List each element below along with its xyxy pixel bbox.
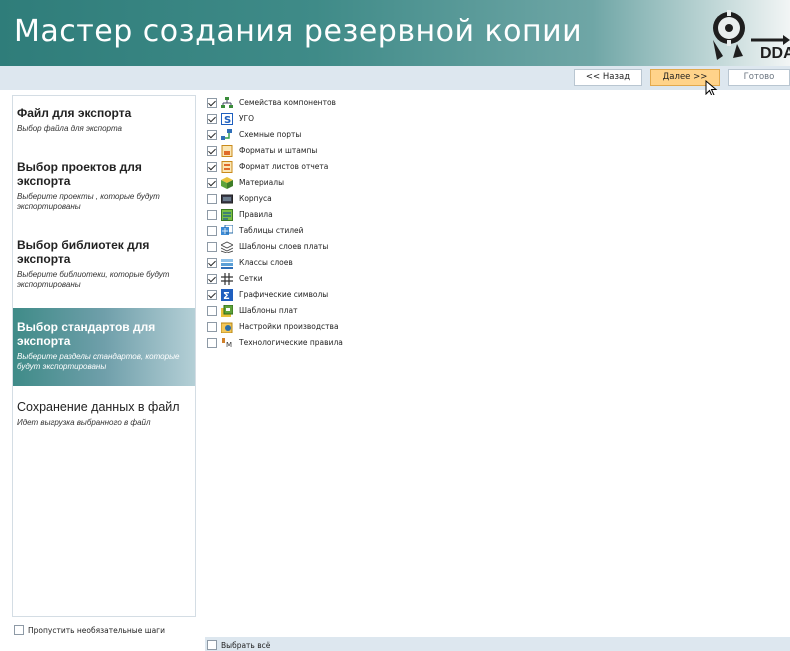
item-label: Настройки производства [239,322,339,331]
skip-optional-checkbox[interactable] [14,625,24,635]
wizard-banner: Мастер создания резервной копии DDA [0,0,790,66]
materials-icon [221,177,233,189]
list-item: Сетки [205,271,505,287]
tech-rules-icon: M [222,338,232,349]
layer-class-icon [221,259,233,269]
svg-text:S: S [224,115,231,125]
standards-list: Семейства компонентов S УГО Схемные порт… [205,95,790,637]
dda-logo-icon: DDA [713,10,790,62]
step-description: Выбор файла для экспорта [17,124,122,133]
step-description: Выберите разделы стандартов, которые буд… [17,352,180,371]
list-item: Схемные порты [205,127,505,143]
finish-button[interactable]: Готово [728,69,790,86]
step-title: Выбор проектов для экспорта [17,160,142,188]
list-item: Форматы и штампы [205,143,505,159]
rules-icon [221,209,233,221]
list-footer: Выбрать всё [205,637,790,651]
item-label: Схемные порты [239,130,302,139]
wizard-toolbar: << Назад Далее >> Готово [0,66,790,90]
list-item: Σ Графические символы [205,287,505,303]
list-item: Шаблоны слоев платы [205,239,505,255]
item-checkbox[interactable] [207,322,217,332]
item-checkbox[interactable] [207,290,217,300]
select-all-checkbox[interactable] [207,640,217,650]
item-checkbox[interactable] [207,306,217,316]
item-checkbox[interactable] [207,146,217,156]
wizard-title: Мастер создания резервной копии [14,14,583,49]
back-button[interactable]: << Назад [574,69,642,86]
list-item: Формат листов отчета [205,159,505,175]
list-item: Классы слоев [205,255,505,271]
step-select-projects: Выбор проектов для экспорта Выберите про… [13,158,195,218]
step-select-libraries: Выбор библиотек для экспорта Выберите би… [13,236,195,296]
item-label: Графические символы [239,290,329,299]
graphic-symbol-icon: Σ [221,289,233,301]
board-template-icon [221,305,233,317]
list-item: Шаблоны плат [205,303,505,319]
item-checkbox[interactable] [207,114,217,124]
item-checkbox[interactable] [207,210,217,220]
step-title: Сохранение данных в файл [17,400,180,414]
list-item: Правила [205,207,505,223]
step-title: Файл для экспорта [17,106,132,120]
item-label: Технологические правила [239,338,343,347]
step-title: Выбор библиотек для экспорта [17,238,150,266]
select-all-label: Выбрать всё [221,641,271,650]
step-description: Идет выгрузка выбранного в файл [17,418,151,427]
item-label: Форматы и штампы [239,146,318,155]
step-title: Выбор стандартов для экспорта [17,320,156,348]
package-icon [221,194,233,204]
svg-text:M: M [226,341,232,349]
item-label: Сетки [239,274,263,283]
item-checkbox[interactable] [207,338,217,348]
layer-template-icon [221,241,233,253]
step-description: Выберите библиотеки, которые будут экспо… [17,270,170,289]
step-select-standards: Выбор стандартов для экспорта Выберите р… [13,308,195,386]
item-checkbox[interactable] [207,98,217,108]
component-family-icon [221,97,233,108]
schematic-port-icon [221,129,232,140]
item-label: Шаблоны плат [239,306,298,315]
style-table-icon [221,225,233,235]
item-checkbox[interactable] [207,162,217,172]
symbol-icon: S [221,113,233,125]
item-checkbox[interactable] [207,178,217,188]
item-checkbox[interactable] [207,194,217,204]
item-checkbox[interactable] [207,226,217,236]
item-label: Правила [239,210,273,219]
list-item: Материалы [205,175,505,191]
skip-optional-label: Пропустить необязательные шаги [28,626,165,635]
list-item: M Технологические правила [205,335,505,351]
list-item: Таблицы стилей [205,223,505,239]
step-description: Выберите проекты , которые будут экспорт… [17,192,160,211]
grid-icon [221,273,233,285]
item-label: Семейства компонентов [239,98,336,107]
item-checkbox[interactable] [207,274,217,284]
item-label: Материалы [239,178,284,187]
item-label: Формат листов отчета [239,162,329,171]
logo-text: DDA [760,45,790,62]
item-label: УГО [239,114,255,123]
list-item: Семейства компонентов [205,95,505,111]
step-save-data: Сохранение данных в файл Идет выгрузка в… [13,396,195,436]
list-item: S УГО [205,111,505,127]
item-label: Корпуса [239,194,272,203]
list-item: Корпуса [205,191,505,207]
report-sheet-icon [221,161,233,173]
item-checkbox[interactable] [207,242,217,252]
steps-panel: Файл для экспорта Выбор файла для экспор… [12,95,196,617]
format-stamp-icon [221,145,233,157]
item-label: Таблицы стилей [239,226,304,235]
list-item: Настройки производства [205,319,505,335]
step-export-file: Файл для экспорта Выбор файла для экспор… [13,104,195,144]
item-label: Шаблоны слоев платы [239,242,329,251]
item-checkbox[interactable] [207,130,217,140]
production-settings-icon [221,322,233,333]
item-checkbox[interactable] [207,258,217,268]
svg-text:Σ: Σ [223,291,230,301]
item-label: Классы слоев [239,258,293,267]
